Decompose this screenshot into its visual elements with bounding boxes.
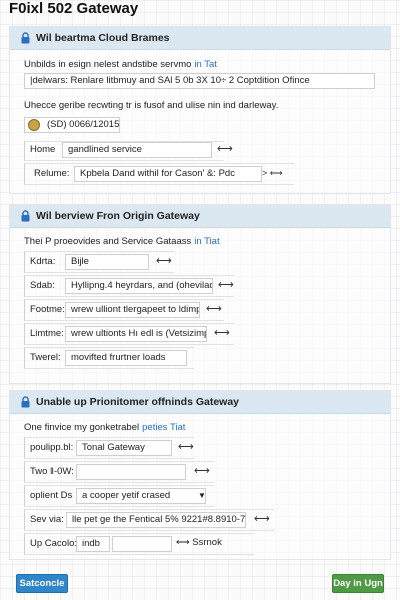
- row-label: poulipp.bl:: [30, 442, 74, 453]
- origin-gateway-panel: Wil berview Fron Origin Gateway Thei P p…: [9, 204, 391, 384]
- upcalc-arrow[interactable]: ⟷ Ssrnok: [176, 537, 222, 548]
- panel-header: Unable up Prionitomer offninds Gateway: [10, 391, 390, 414]
- info-link[interactable]: in Tat: [194, 59, 217, 70]
- chevron-down-icon[interactable]: ▼: [198, 491, 206, 500]
- badge-icon: [28, 119, 40, 131]
- home-field[interactable]: gandlined service: [62, 142, 212, 158]
- info-link[interactable]: in Tiat: [194, 236, 219, 247]
- row-label: Kdrta:: [30, 256, 56, 267]
- row-label: oplient Ds: [30, 490, 73, 501]
- row-field[interactable]: Tonal Gateway: [76, 440, 172, 456]
- relume-field[interactable]: Kpbela Dand withil for Cason' &: Pdc: [74, 166, 262, 182]
- expand-arrow-icon[interactable]: ⟷: [218, 279, 234, 291]
- prionitomer-gateway-panel: Unable up Prionitomer offninds Gateway O…: [9, 390, 391, 560]
- panel-description: Thei P proeovides and Service Gataass in …: [24, 236, 220, 247]
- lock-icon: [21, 210, 30, 222]
- panel-title: Wil beartma Cloud Brames: [36, 32, 170, 44]
- panel-header: Wil berview Fron Origin Gateway: [10, 205, 390, 228]
- day-in-button[interactable]: Day in Ugn: [332, 574, 384, 593]
- panel-description: One finvice my gonketrabel peties Tiat: [24, 422, 186, 433]
- save-cancel-button[interactable]: Satconcle: [16, 574, 68, 593]
- relume-arrow-icon[interactable]: > ⟷: [262, 167, 283, 179]
- row-field[interactable]: Bijle: [65, 254, 149, 270]
- upcalc-label: Up Cacolo:: [30, 538, 77, 549]
- row-label: Limtme:: [30, 328, 64, 339]
- row-label: Twerel:: [30, 352, 61, 363]
- row-label: Footme:: [30, 304, 65, 315]
- panel-hint: Uhecce geribe recwting tr is fusof and u…: [24, 100, 279, 111]
- expand-arrow-icon[interactable]: ⟷: [206, 303, 222, 315]
- panel-title: Wil berview Fron Origin Gateway: [36, 210, 200, 222]
- upcalc-field-secondary[interactable]: [112, 536, 172, 552]
- row-field[interactable]: Hyllipng.4 heyrdars, and (ohevilades): [65, 278, 213, 294]
- cloud-brames-panel: Wil beartma Cloud Brames Unbilds in esig…: [9, 26, 391, 194]
- expand-arrow-icon[interactable]: ⟷: [156, 255, 172, 267]
- row-field[interactable]: lle pet ge the Fentical 5% 9221#8.8910-7…: [66, 512, 246, 528]
- upcalc-field[interactable]: indb: [76, 536, 110, 552]
- expand-arrow-icon[interactable]: ⟷: [214, 327, 230, 339]
- expand-arrow-icon[interactable]: ⟷: [178, 441, 194, 453]
- info-link[interactable]: peties Tiat: [142, 422, 185, 433]
- expand-arrow-icon[interactable]: ⟷: [217, 143, 233, 155]
- expand-arrow-icon[interactable]: ⟷: [194, 465, 210, 477]
- home-label: Home: [30, 144, 56, 155]
- row-field[interactable]: [76, 464, 186, 480]
- lock-icon: [21, 32, 30, 44]
- row-field[interactable]: wrew ultionts Hı edl is (Vetsizimp: [65, 326, 207, 342]
- row-field[interactable]: movifted frurtner loads: [65, 350, 187, 366]
- row-label: Two ‖-0W:: [30, 466, 74, 477]
- row-label: Sdab:: [30, 280, 55, 291]
- row-label: Sev via:: [30, 514, 64, 525]
- panel-title: Unable up Prionitomer offninds Gateway: [36, 396, 240, 408]
- info-field[interactable]: |delwars: Renlare litbmuy and SAl 5 0b 3…: [24, 73, 375, 89]
- panel-description: Unbilds in esign nelest andstibe servmo i…: [24, 59, 217, 70]
- expand-arrow-icon[interactable]: ⟷: [254, 513, 270, 525]
- option-select[interactable]: a cooper yetif crased: [76, 488, 206, 504]
- lock-icon: [21, 396, 30, 408]
- panel-header: Wil beartma Cloud Brames: [10, 27, 390, 50]
- row-field[interactable]: wrew ulliont tlergapeet to ldimp: [65, 302, 200, 318]
- relume-label: Relume:: [34, 168, 70, 179]
- page-title: F0ixl 502 Gateway: [9, 0, 139, 17]
